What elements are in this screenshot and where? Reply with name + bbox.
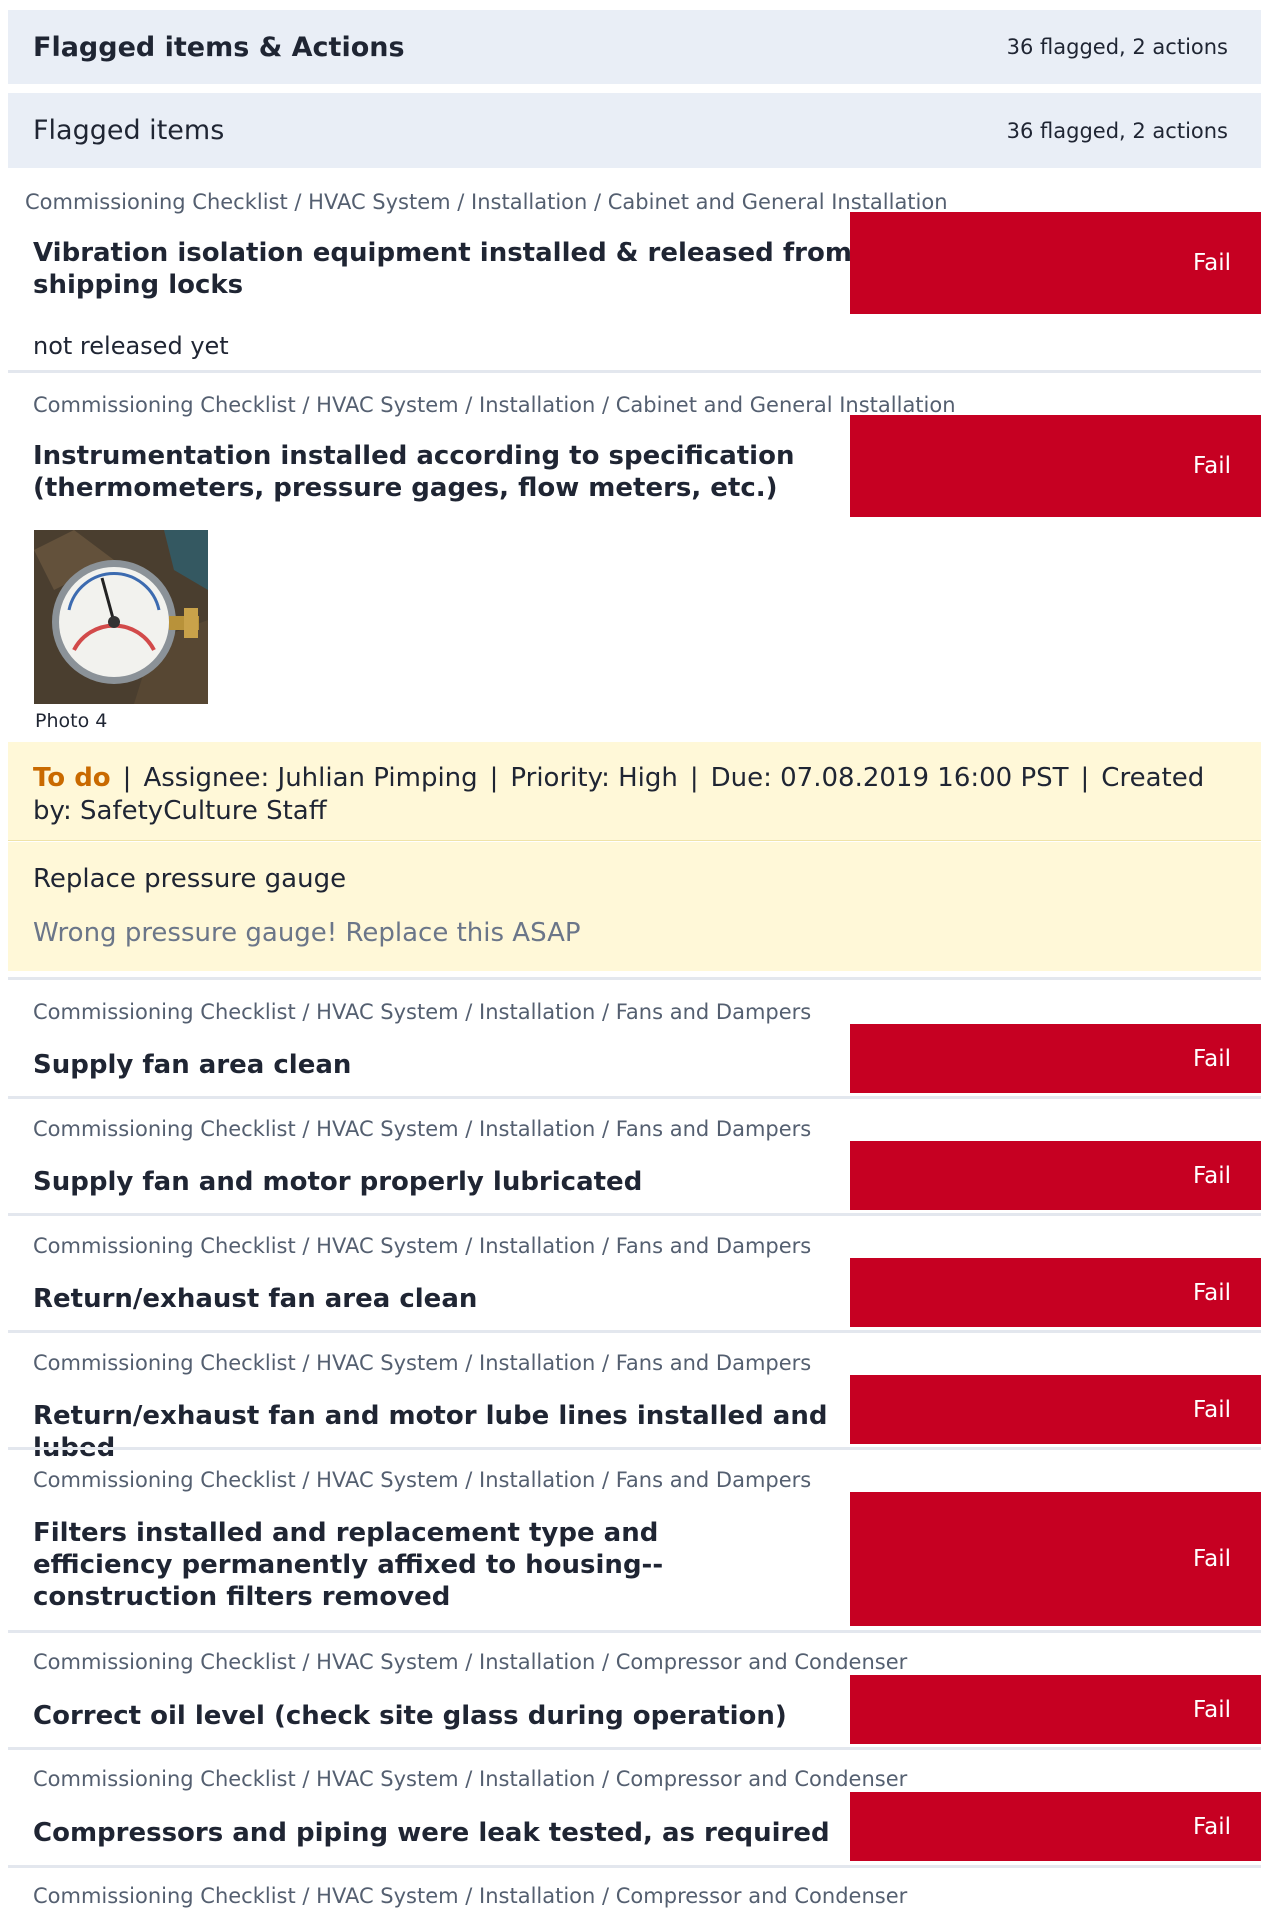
item-question: Return/exhaust fan and motor lube lines … [33,1401,828,1463]
item-breadcrumb: Commissioning Checklist / HVAC System / … [33,1351,812,1375]
item-breadcrumb: Commissioning Checklist / HVAC System / … [33,393,956,417]
section-title: Flagged items [33,115,225,146]
item-question: Filters installed and replacement type a… [33,1518,664,1612]
response-fail-badge: Fail [850,1675,1261,1744]
item-breadcrumb: Commissioning Checklist / HVAC System / … [33,1234,812,1258]
item-note: not released yet [33,332,229,360]
separator: | [489,763,499,793]
item-question: Vibration isolation equipment installed … [33,238,852,300]
item-question: Instrumentation installed according to s… [33,441,795,503]
report-page: Flagged items & Actions 36 flagged, 2 ac… [0,0,1269,1908]
item-question: Compressors and piping were leak tested,… [33,1818,830,1848]
action-meta[interactable]: To do | Assignee: Juhlian Pimping | Priority… [8,742,1261,841]
response-fail-badge: Fail [850,1141,1261,1210]
separator: | [122,763,132,793]
separator: | [1080,763,1090,793]
action-assignee: Assignee: Juhlian Pimping [143,763,478,793]
response-fail-badge: Fail [850,1258,1261,1327]
item-breadcrumb: Commissioning Checklist / HVAC System / … [33,1650,908,1674]
flagged-items-section: Flagged items 36 flagged, 2 actions [8,93,1261,168]
photo-label: Photo 4 [35,710,108,732]
action-status: To do [33,763,111,793]
item-question: Supply fan and motor properly lubricated [33,1167,643,1197]
flagged-actions-header: Flagged items & Actions 36 flagged, 2 ac… [8,10,1261,84]
response-fail-badge: Fail [850,415,1261,517]
response-fail-badge: Fail [850,1024,1261,1093]
item-breadcrumb: Commissioning Checklist / HVAC System / … [25,190,948,214]
response-fail-badge: Fail [850,1492,1261,1626]
response-fail-badge: Fail [850,212,1261,314]
action-title: Replace pressure gauge [33,864,347,894]
section-count: 36 flagged, 2 actions [1006,118,1228,143]
action-due: Due: 07.08.2019 16:00 PST [710,763,1069,793]
header-title: Flagged items & Actions [33,31,405,63]
item-breadcrumb: Commissioning Checklist / HVAC System / … [33,1884,908,1908]
action-details[interactable]: Replace pressure gauge Wrong pressure ga… [8,842,1261,971]
item-question: Return/exhaust fan area clean [33,1284,478,1314]
response-fail-badge: Fail [850,1792,1261,1861]
response-fail-badge: Fail [850,1375,1261,1444]
pressure-gauge-photo[interactable] [34,530,208,704]
item-breadcrumb: Commissioning Checklist / HVAC System / … [33,1767,908,1791]
item-breadcrumb: Commissioning Checklist / HVAC System / … [33,1468,812,1492]
item-question: Supply fan area clean [33,1050,352,1080]
action-description: Wrong pressure gauge! Replace this ASAP [33,918,581,948]
item-question: Correct oil level (check site glass duri… [33,1701,787,1731]
separator: | [689,763,699,793]
action-priority: Priority: High [510,763,678,793]
item-breadcrumb: Commissioning Checklist / HVAC System / … [33,1117,812,1141]
item-breadcrumb: Commissioning Checklist / HVAC System / … [33,1000,812,1024]
header-count: 36 flagged, 2 actions [1006,35,1228,59]
